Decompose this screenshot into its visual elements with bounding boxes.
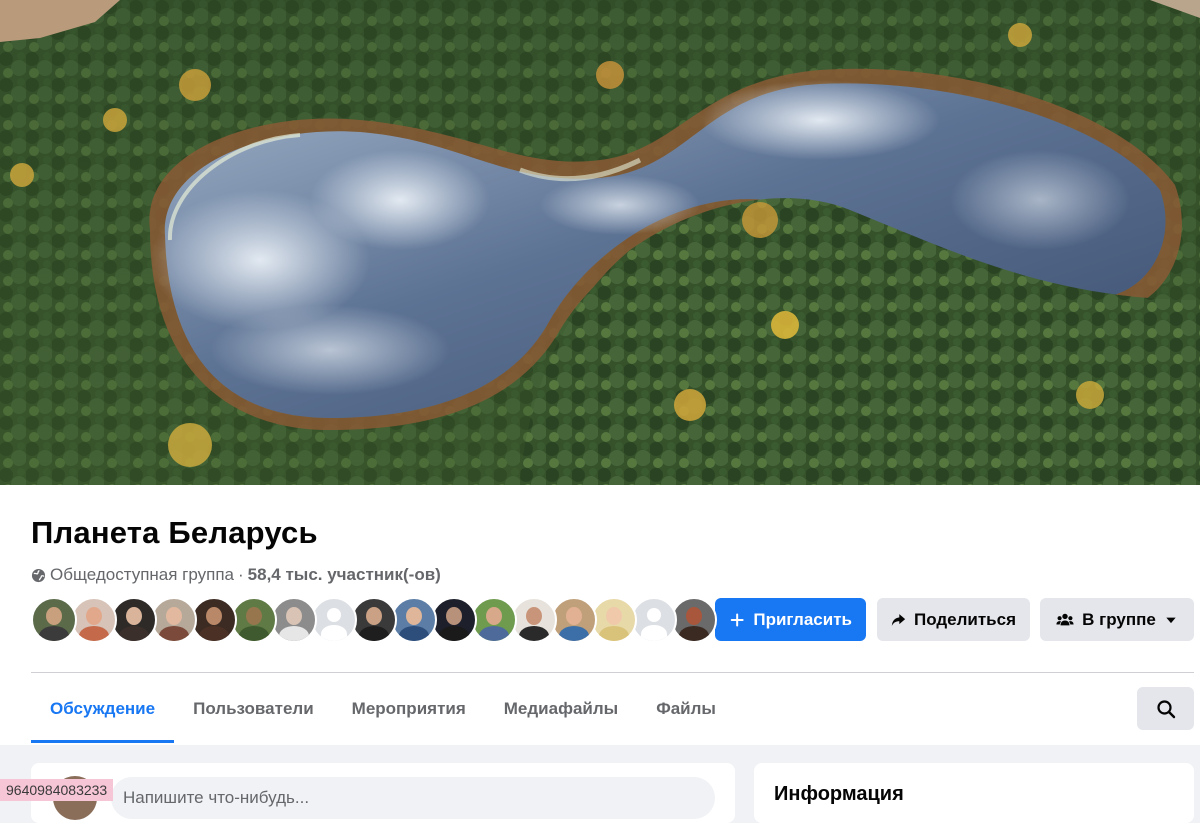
group-people-icon xyxy=(1056,613,1074,625)
avatar-body xyxy=(519,626,549,641)
member-avatar[interactable] xyxy=(391,597,437,643)
group-header: Планета Беларусь Общедоступная группа · … xyxy=(0,485,1200,745)
id-overlay-tag: 9640984083233 xyxy=(0,779,114,801)
member-avatar[interactable] xyxy=(31,597,77,643)
avatar-body xyxy=(359,626,389,641)
group-tabs: Обсуждение Пользователи Мероприятия Медиафа… xyxy=(31,675,735,745)
avatar-face xyxy=(126,607,142,625)
avatar-body xyxy=(559,626,589,641)
avatar-body xyxy=(199,626,229,641)
tab-1[interactable]: Пользователи xyxy=(174,675,333,743)
joined-dropdown-button[interactable]: В группе xyxy=(1040,598,1194,641)
share-arrow-icon xyxy=(891,613,906,626)
member-avatar[interactable] xyxy=(271,597,317,643)
member-avatar[interactable] xyxy=(151,597,197,643)
avatar-face xyxy=(647,608,661,622)
avatar-face xyxy=(526,607,542,625)
about-card: Информация xyxy=(754,763,1194,823)
member-avatar[interactable] xyxy=(111,597,157,643)
cover-photo-image xyxy=(0,0,1200,485)
avatar-body xyxy=(679,626,709,641)
avatar-body xyxy=(439,626,469,641)
invite-button[interactable]: Пригласить xyxy=(715,598,866,641)
about-title: Информация xyxy=(774,783,904,805)
avatar-body xyxy=(641,625,667,641)
tab-4[interactable]: Файлы xyxy=(637,675,735,743)
avatar-face xyxy=(166,607,182,625)
avatar-body xyxy=(39,626,69,641)
avatar-face xyxy=(406,607,422,625)
post-composer xyxy=(31,763,735,823)
avatar-face xyxy=(446,607,462,625)
avatar-face xyxy=(606,607,622,625)
joined-label: В группе xyxy=(1082,609,1156,629)
member-avatar[interactable] xyxy=(591,597,637,643)
tab-0[interactable]: Обсуждение xyxy=(31,675,175,743)
invite-label: Пригласить xyxy=(753,609,852,629)
avatar-face xyxy=(486,607,502,625)
caret-down-icon xyxy=(1166,617,1176,623)
group-title[interactable]: Планета Беларусь xyxy=(31,515,318,551)
avatar-face xyxy=(46,607,62,625)
avatar-body xyxy=(239,626,269,641)
member-avatar[interactable] xyxy=(311,597,357,643)
member-count[interactable]: 58,4 тыс. участник(-ов) xyxy=(248,565,441,585)
avatar-face xyxy=(566,607,582,625)
tab-3[interactable]: Медиафайлы xyxy=(485,675,637,743)
member-avatar[interactable] xyxy=(431,597,477,643)
cover-photo[interactable] xyxy=(0,0,1200,485)
avatar-body xyxy=(399,626,429,641)
avatar-face xyxy=(286,607,302,625)
avatar-face xyxy=(366,607,382,625)
header-divider xyxy=(31,672,1194,673)
globe-icon xyxy=(31,568,46,582)
privacy-label[interactable]: Общедоступная группа xyxy=(50,565,234,585)
share-button[interactable]: Поделиться xyxy=(877,598,1030,641)
avatar-body xyxy=(479,626,509,641)
avatar-face xyxy=(206,607,222,625)
avatar-face xyxy=(327,608,341,622)
avatar-body xyxy=(79,626,109,641)
group-meta: Общедоступная группа · 58,4 тыс. участни… xyxy=(31,565,441,585)
avatar-face xyxy=(86,607,102,625)
member-avatar[interactable] xyxy=(631,597,677,643)
member-avatar[interactable] xyxy=(231,597,277,643)
member-avatar[interactable] xyxy=(191,597,237,643)
member-avatars xyxy=(31,597,717,643)
search-icon xyxy=(1156,699,1175,718)
share-label: Поделиться xyxy=(913,609,1016,629)
tab-2[interactable]: Мероприятия xyxy=(333,675,485,743)
avatar-body xyxy=(159,626,189,641)
member-avatar[interactable] xyxy=(71,597,117,643)
avatar-body xyxy=(119,626,149,641)
member-avatar[interactable] xyxy=(351,597,397,643)
avatar-body xyxy=(279,626,309,641)
member-avatar[interactable] xyxy=(511,597,557,643)
plus-icon xyxy=(730,613,744,626)
avatar-face xyxy=(686,607,702,625)
meta-separator: · xyxy=(238,565,244,584)
member-avatar[interactable] xyxy=(551,597,597,643)
avatar-face xyxy=(246,607,262,625)
post-composer-input[interactable] xyxy=(111,777,715,819)
avatar-body xyxy=(599,626,629,641)
group-search-button[interactable] xyxy=(1137,687,1194,730)
member-avatar[interactable] xyxy=(471,597,517,643)
avatar-body xyxy=(321,625,347,641)
member-avatar[interactable] xyxy=(671,597,717,643)
